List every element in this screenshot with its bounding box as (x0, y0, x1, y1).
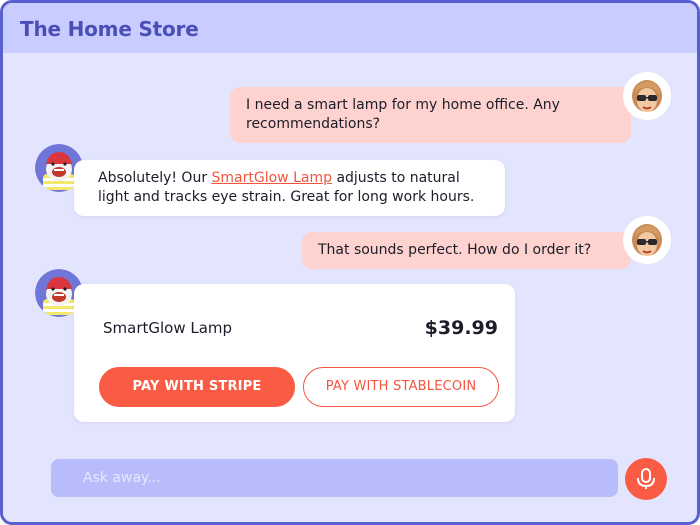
message-text: I need a smart lamp for my home office. … (246, 97, 560, 132)
user-avatar-icon (623, 216, 671, 264)
pay-with-stablecoin-button[interactable]: PAY WITH STABLECOIN (303, 367, 499, 407)
user-avatar-icon (623, 72, 671, 120)
header: The Home Store (3, 3, 697, 53)
chat-input[interactable] (51, 459, 618, 497)
chat-window: The Home Store I need a smart lamp for m… (0, 0, 700, 525)
store-title: The Home Store (20, 17, 199, 41)
product-price: $39.99 (424, 317, 498, 339)
product-card: SmartGlow Lamp $39.99 PAY WITH STRIPE PA… (74, 284, 515, 422)
user-message: I need a smart lamp for my home office. … (230, 87, 631, 143)
message-text-before: Absolutely! Our (98, 170, 212, 186)
bot-message: Absolutely! Our SmartGlow Lamp adjusts t… (74, 160, 505, 216)
pay-with-stripe-button[interactable]: PAY WITH STRIPE (99, 367, 295, 407)
message-text: That sounds perfect. How do I order it? (318, 242, 592, 258)
microphone-icon (637, 468, 655, 489)
microphone-button[interactable] (625, 458, 667, 500)
product-name: SmartGlow Lamp (103, 319, 233, 337)
user-message: That sounds perfect. How do I order it? (302, 232, 631, 269)
product-link[interactable]: SmartGlow Lamp (212, 170, 332, 186)
